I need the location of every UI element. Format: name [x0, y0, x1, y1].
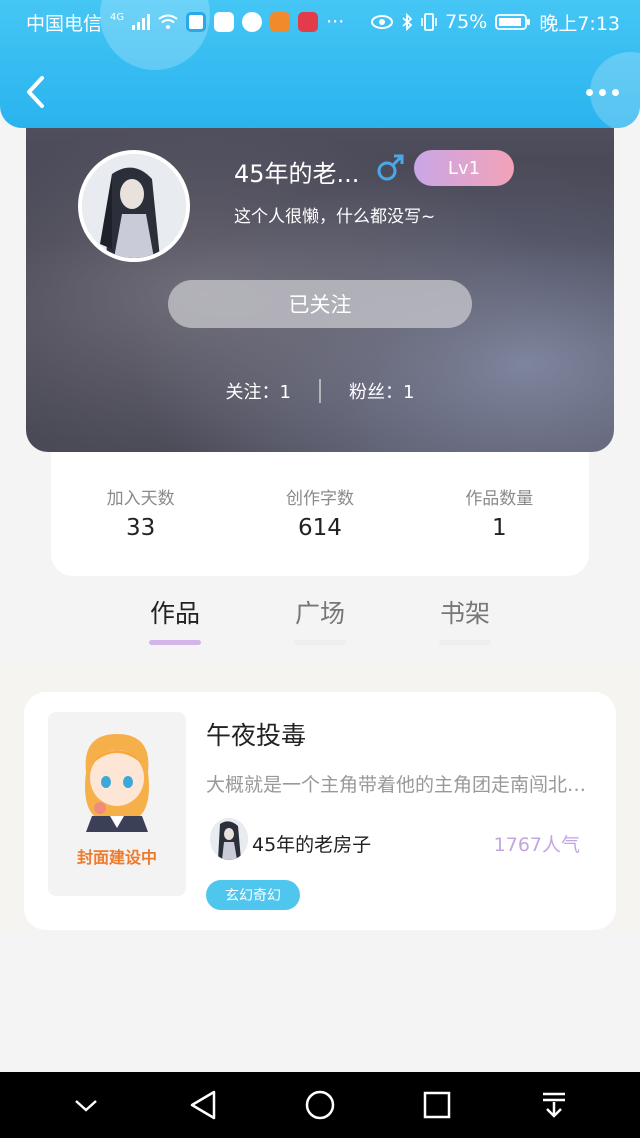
work-description: 大概就是一个主角带着他的主角团走南闯北的故事 — [206, 774, 598, 796]
uc-browser-icon — [270, 12, 291, 32]
bluetooth-icon — [402, 13, 413, 31]
more-dots-icon — [585, 88, 593, 96]
follow-counts: 关注：1 粉丝：1 — [26, 378, 614, 404]
male-icon — [377, 154, 404, 181]
following-stat[interactable]: 关注：1 — [226, 378, 291, 404]
nav-home-icon — [305, 1090, 335, 1120]
book-cover[interactable]: 封面建设中 — [48, 712, 186, 896]
following-count: 1 — [279, 382, 291, 403]
system-nav-bar — [0, 1072, 640, 1138]
genre-tag[interactable]: 玄幻奇幻 — [206, 880, 300, 910]
avatar-image — [82, 154, 186, 258]
stat-label: 作品数量 — [465, 489, 534, 509]
tab-indicator — [294, 640, 346, 645]
app-icon — [298, 12, 319, 32]
nav-home-button[interactable] — [298, 1083, 342, 1127]
stat-word-count: 创作字数 614 — [230, 452, 409, 576]
stat-value: 33 — [126, 515, 156, 541]
eye-icon — [371, 15, 394, 29]
tab-bar: 作品 广场 书架 — [0, 594, 640, 664]
more-button[interactable] — [582, 82, 622, 102]
profile-card: 45年的老... Lv1 这个人很懒，什么都没写~ 已关注 关注：1 粉丝：1 — [26, 100, 614, 452]
nav-recents-icon — [423, 1091, 451, 1119]
author-name: 45年的老房子 — [252, 834, 372, 856]
tab-indicator — [149, 640, 201, 645]
fans-stat[interactable]: 粉丝：1 — [349, 378, 414, 404]
stat-label: 加入天数 — [106, 489, 175, 509]
fans-label: 粉丝： — [349, 382, 403, 403]
nav-hide-button[interactable] — [64, 1083, 108, 1127]
nav-back-icon — [190, 1090, 216, 1120]
wifi-icon — [158, 14, 178, 29]
fans-count: 1 — [403, 382, 415, 403]
work-card[interactable]: 封面建设中 午夜投毒 大概就是一个主角带着他的主角团走南闯北的故事 45年的老房… — [24, 692, 616, 930]
level-badge: Lv1 — [414, 150, 514, 186]
top-header: 中国电信 4G ··· 75% 晚上7:13 — [0, 0, 640, 128]
nav-back-button[interactable] — [181, 1083, 225, 1127]
app-icon — [242, 12, 263, 32]
nav-recents-button[interactable] — [415, 1083, 459, 1127]
stat-join-days: 加入天数 33 — [51, 452, 230, 576]
popularity-count: 1767人气 — [493, 834, 580, 856]
back-button[interactable] — [20, 72, 56, 112]
stats-card: 加入天数 33 创作字数 614 作品数量 1 — [51, 452, 589, 576]
status-time: 晚上7:13 — [539, 12, 620, 35]
username: 45年的老... — [234, 160, 360, 188]
status-bar: 中国电信 4G ··· 75% 晚上7:13 — [0, 0, 640, 44]
stat-label: 创作字数 — [285, 489, 354, 509]
tab-label: 书架 — [439, 599, 490, 628]
nav-menu-icon — [542, 1092, 565, 1118]
author-avatar — [210, 818, 248, 860]
stat-works-count: 作品数量 1 — [410, 452, 589, 576]
vibrate-icon — [421, 13, 437, 31]
more-dots-icon — [598, 88, 606, 96]
tab-plaza[interactable]: 广场 — [270, 594, 370, 645]
user-bio: 这个人很懒，什么都没写~ — [234, 207, 436, 227]
back-arrow-icon — [27, 76, 44, 108]
work-title[interactable]: 午夜投毒 — [206, 716, 306, 752]
follow-button[interactable]: 已关注 — [168, 280, 472, 328]
divider — [319, 379, 321, 403]
following-label: 关注： — [225, 382, 280, 403]
signal-icon — [132, 14, 151, 30]
app-icon — [186, 12, 207, 32]
author-avatar-image — [210, 818, 248, 860]
more-notifications-icon: ··· — [326, 11, 345, 33]
stat-value: 1 — [492, 515, 507, 541]
youku-icon — [214, 12, 235, 32]
avatar[interactable] — [78, 150, 190, 262]
nav-down-icon — [75, 1100, 98, 1112]
carrier-label: 中国电信 — [26, 12, 103, 35]
network-label: 4G — [110, 11, 125, 23]
tab-label: 广场 — [294, 599, 345, 628]
cover-mascot-image — [85, 734, 149, 832]
more-dots-icon — [611, 88, 619, 96]
tab-label: 作品 — [149, 599, 200, 628]
tab-bookshelf[interactable]: 书架 — [415, 594, 515, 645]
stat-value: 614 — [298, 515, 342, 541]
battery-icon — [495, 14, 531, 30]
cover-placeholder-text: 封面建设中 — [76, 848, 157, 867]
tab-works[interactable]: 作品 — [125, 594, 225, 645]
battery-percent: 75% — [445, 11, 488, 33]
nav-notification-button[interactable] — [532, 1083, 576, 1127]
tab-indicator — [439, 640, 491, 645]
